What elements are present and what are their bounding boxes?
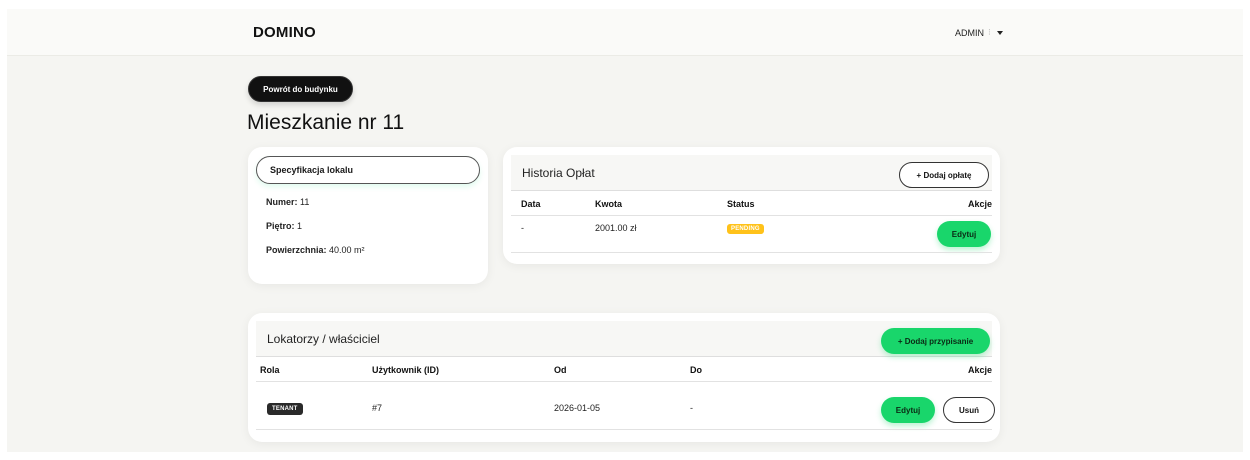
remove-assignment-button[interactable]: Usuń <box>943 397 995 423</box>
spec-label: Piętro: <box>266 221 295 231</box>
tenant-date-from: 2026-01-05 <box>554 403 601 413</box>
spec-row-number: Numer: 11 <box>266 197 309 207</box>
payment-amount: 2001.00 zł <box>595 223 637 233</box>
edit-payment-button[interactable]: Edytuj <box>937 221 991 247</box>
spec-label: Powierzchnia: <box>266 245 327 255</box>
spec-label: Numer: <box>266 197 298 207</box>
specification-heading: Specyfikacja lokalu <box>256 156 480 184</box>
user-menu-label: ADMIN <box>955 27 984 38</box>
table-divider <box>511 215 992 216</box>
edit-assignment-button[interactable]: Edytuj <box>881 397 935 423</box>
column-header-status: Status <box>727 199 755 209</box>
column-header-from: Od <box>554 365 567 375</box>
caret-down-icon <box>996 30 1003 35</box>
tenant-date-to: - <box>690 403 693 413</box>
column-header-amount: Kwota <box>595 199 622 209</box>
add-assignment-button[interactable]: + Dodaj przypisanie <box>881 328 990 354</box>
payment-history-title: Historia Opłat <box>522 165 595 180</box>
spec-row-area: Powierzchnia: 40.00 m² <box>266 245 365 255</box>
payment-date: - <box>521 223 524 233</box>
column-header-actions: Akcje <box>967 199 992 209</box>
page-title: Mieszkanie nr 11 <box>247 111 405 134</box>
column-header-user: Użytkownik (ID) <box>372 365 440 375</box>
back-to-building-button[interactable]: Powrót do budynku <box>248 76 353 102</box>
table-divider <box>256 429 992 430</box>
user-menu[interactable]: ADMIN ⁝ <box>955 27 1003 38</box>
table-divider <box>256 381 992 382</box>
column-header-role: Rola <box>260 365 280 375</box>
status-badge: PENDING <box>727 224 764 234</box>
column-header-date: Data <box>521 199 541 209</box>
top-navbar: DOMINO ADMIN ⁝ <box>7 9 1243 56</box>
tenants-card: Lokatorzy / właściciel + Dodaj przypisan… <box>248 313 1000 442</box>
column-header-to: Do <box>690 365 702 375</box>
brand-logo[interactable]: DOMINO <box>253 24 316 41</box>
user-menu-separator: ⁝ <box>988 27 991 37</box>
column-header-actions: Akcje <box>967 365 992 375</box>
role-badge: TENANT <box>267 403 303 415</box>
spec-value: 11 <box>300 197 310 207</box>
spec-value: 40.00 m² <box>329 245 365 255</box>
add-payment-button[interactable]: + Dodaj opłatę <box>899 162 989 188</box>
specification-card: Specyfikacja lokalu Numer: 11 Piętro: 1 … <box>248 147 488 284</box>
spec-value: 1 <box>297 221 303 231</box>
tenant-user-id: #7 <box>372 403 383 413</box>
tenants-title: Lokatorzy / właściciel <box>267 331 380 346</box>
table-divider <box>511 252 992 253</box>
payment-history-card: Historia Opłat + Dodaj opłatę Data Kwota… <box>503 147 1000 264</box>
spec-row-floor: Piętro: 1 <box>266 221 302 231</box>
